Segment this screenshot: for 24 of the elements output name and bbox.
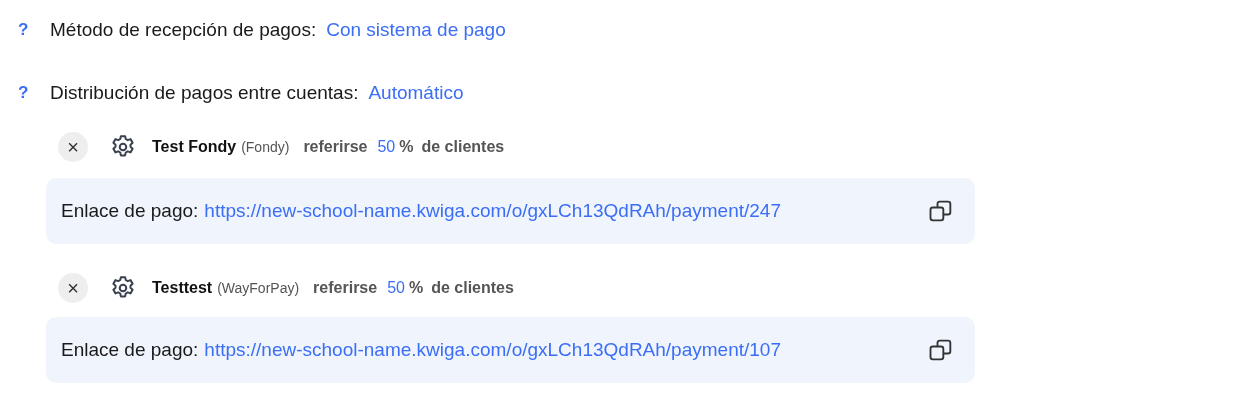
percent-sign: % [399, 137, 414, 157]
clients-label: de clientes [421, 137, 505, 157]
account-name: Test Fondy [152, 137, 237, 157]
link-label: Enlace de pago: [61, 198, 199, 223]
setting-label: Método de recepción de pagos: [50, 17, 317, 42]
setting-label: Distribución de pagos entre cuentas: [50, 80, 359, 105]
link-label: Enlace de pago: [61, 337, 199, 362]
remove-button[interactable]: × [58, 132, 88, 162]
percent-sign: % [408, 278, 424, 298]
refer-label: referirse [313, 278, 378, 298]
setting-value-link[interactable]: Con sistema de pago [326, 15, 506, 45]
provider-name: (WayForPay) [217, 278, 300, 298]
refer-label: referirse [303, 137, 368, 157]
percent-value[interactable]: 50 [377, 135, 396, 159]
payment-link[interactable]: https://new-school-name.kwiga.com/o/gxLCh13QdRAh/payment/247 [204, 196, 781, 226]
percent-value[interactable]: 50 [387, 276, 405, 300]
provider-name: (Fondy) [241, 137, 290, 157]
help-icon[interactable]: ? [18, 80, 50, 106]
help-icon[interactable]: ? [18, 17, 50, 43]
remove-button[interactable]: × [58, 273, 88, 303]
payment-link[interactable]: https://new-school-name.kwiga.com/o/gxLCh13QdRAh/payment/107 [204, 335, 781, 365]
setting-value-link[interactable]: Automático [368, 78, 464, 108]
account-name: Testtest [152, 278, 213, 298]
clients-label: de clientes [431, 278, 514, 298]
